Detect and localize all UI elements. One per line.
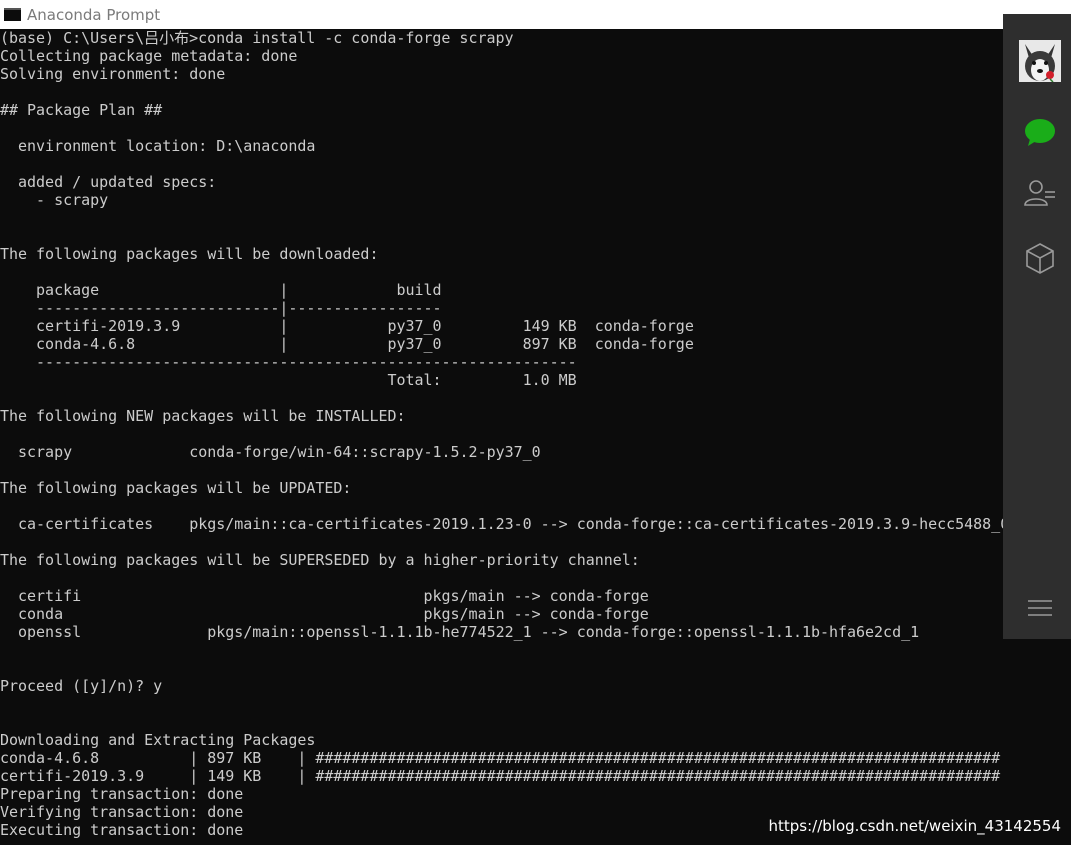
console-line: (base) C:\Users\吕小布>conda install -c con…: [0, 29, 514, 47]
console-line: Collecting package metadata: done: [0, 47, 298, 65]
console-line: openssl pkgs/main::openssl-1.1.1b-he7745…: [0, 623, 920, 641]
console-line: ----------------------------------------…: [0, 353, 577, 371]
console-line: The following packages will be SUPERSEDE…: [0, 551, 640, 569]
chat-icon: [1025, 119, 1055, 146]
contacts-button[interactable]: [1003, 172, 1071, 216]
title-bar: Anaconda Prompt: [0, 0, 1071, 29]
console-line: certifi pkgs/main --> conda-forge: [0, 587, 649, 605]
console-line: Total: 1.0 MB: [0, 371, 577, 389]
console-output[interactable]: (base) C:\Users\吕小布>conda install -c con…: [0, 29, 1003, 845]
console-line: environment location: D:\anaconda: [0, 137, 316, 155]
console-line: Preparing transaction: done: [0, 785, 244, 803]
contacts-icon: [1024, 180, 1055, 206]
husky-avatar-image: [1019, 40, 1061, 82]
chat-button[interactable]: [1003, 110, 1071, 154]
console-line: - scrapy: [0, 191, 109, 209]
console-line: certifi-2019.3.9 | py37_0 149 KB conda-f…: [0, 317, 694, 335]
miniprogram-button[interactable]: [1003, 236, 1071, 280]
menu-icon: [1028, 600, 1052, 616]
console-line: ---------------------------|------------…: [0, 299, 442, 317]
console-line: package | build: [0, 281, 442, 299]
menu-button[interactable]: [1003, 587, 1071, 631]
console-line: conda pkgs/main --> conda-forge: [0, 605, 649, 623]
console-line: conda-4.6.8 | py37_0 897 KB conda-forge: [0, 335, 694, 353]
console-line: Executing transaction: done: [0, 821, 244, 839]
console-line: ## Package Plan ##: [0, 101, 163, 119]
console-line: Proceed ([y]/n)? y: [0, 677, 163, 695]
chat-app-sidebar: [1003, 14, 1071, 639]
console-line: conda-4.6.8 | 897 KB | #################…: [0, 749, 1003, 767]
console-line: The following packages will be UPDATED:: [0, 479, 352, 497]
console-app-icon: [4, 8, 21, 21]
avatar[interactable]: [1019, 40, 1061, 82]
console-line: scrapy conda-forge/win-64::scrapy-1.5.2-…: [0, 443, 541, 461]
console-line: added / updated specs:: [0, 173, 217, 191]
cube-icon: [1026, 243, 1054, 274]
console-line: Solving environment: done: [0, 65, 226, 83]
console-line: Verifying transaction: done: [0, 803, 244, 821]
console-line: ca-certificates pkgs/main::ca-certificat…: [0, 515, 1003, 533]
console-line: The following packages will be downloade…: [0, 245, 379, 263]
console-line: certifi-2019.3.9 | 149 KB | ############…: [0, 767, 1003, 785]
watermark-url: https://blog.csdn.net/weixin_43142554: [768, 817, 1061, 835]
console-line: The following NEW packages will be INSTA…: [0, 407, 406, 425]
console-line: Downloading and Extracting Packages: [0, 731, 316, 749]
window-title: Anaconda Prompt: [27, 5, 161, 24]
